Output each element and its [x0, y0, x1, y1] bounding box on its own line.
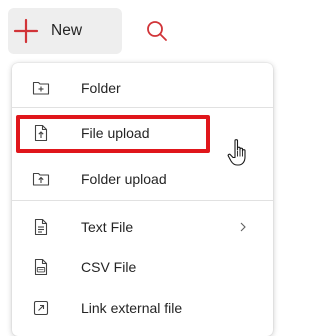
plus-icon — [13, 18, 39, 44]
link-external-icon — [33, 300, 49, 316]
menu-item-csv-file[interactable]: CSV File — [12, 248, 273, 286]
text-file-icon — [34, 218, 48, 236]
menu-item-label: Text File — [81, 219, 134, 235]
menu-divider — [12, 107, 273, 108]
menu-item-folder[interactable]: Folder — [12, 69, 273, 107]
new-menu: Folder File upload Folder upload Text Fi… — [12, 63, 273, 336]
folder-upload-icon — [32, 172, 50, 186]
chevron-right-icon — [240, 222, 246, 232]
search-icon[interactable] — [145, 19, 169, 43]
menu-item-label: Folder upload — [81, 171, 167, 187]
menu-divider — [12, 200, 273, 201]
menu-item-label: Folder — [81, 80, 121, 96]
folder-add-icon — [32, 81, 50, 95]
menu-item-label: Link external file — [81, 300, 183, 316]
csv-file-icon — [34, 258, 48, 276]
menu-item-text-file[interactable]: Text File — [12, 208, 273, 246]
menu-item-link-external-file[interactable]: Link external file — [12, 289, 273, 327]
hand-pointer-icon — [227, 139, 246, 166]
toolbar: New — [0, 0, 273, 64]
new-button[interactable]: New — [8, 8, 122, 54]
menu-item-label: CSV File — [81, 259, 137, 275]
new-button-label: New — [51, 22, 83, 39]
highlight-box — [16, 115, 210, 153]
screen: New Folder File upload Folder upload Tex… — [0, 0, 273, 336]
